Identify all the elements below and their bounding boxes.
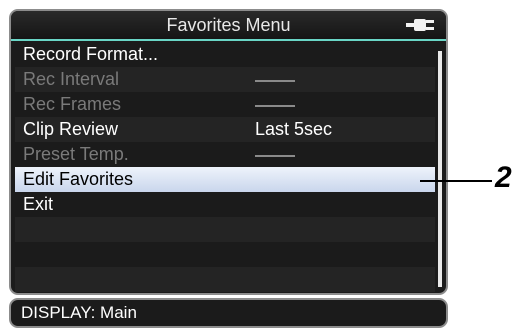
menu-list: Record Format... Rec Interval Rec Frames… — [15, 42, 435, 292]
power-plug-icon — [406, 19, 434, 31]
menu-item-label: Edit Favorites — [23, 169, 134, 189]
callout-number: 2 — [495, 161, 512, 194]
scrollbar[interactable] — [438, 51, 442, 287]
empty-menu-row — [15, 242, 435, 267]
menu-title: Favorites Menu — [166, 15, 291, 35]
menu-item-label: Exit — [23, 194, 54, 214]
menu-title-bar: Favorites Menu — [11, 11, 446, 41]
menu-item-preset-temp: Preset Temp. — [15, 142, 435, 167]
scrollbar-thumb[interactable] — [438, 51, 442, 287]
callout-leader-line — [420, 180, 492, 182]
menu-item-exit[interactable]: Exit — [15, 192, 435, 217]
menu-item-edit-favorites[interactable]: Edit Favorites — [15, 167, 435, 192]
display-status-text: DISPLAY: Main — [21, 303, 137, 322]
menu-item-record-format[interactable]: Record Format... — [15, 42, 435, 67]
menu-item-label: Clip Review — [23, 119, 119, 139]
empty-value-dash — [255, 142, 295, 167]
camera-menu-screen: Favorites Menu Record Format... Rec Inte… — [9, 9, 448, 295]
menu-item-clip-review[interactable]: Clip Review Last 5sec — [15, 117, 435, 142]
menu-item-label: Record Format... — [23, 44, 159, 64]
empty-value-dash — [255, 67, 295, 92]
status-bar: DISPLAY: Main — [9, 298, 448, 328]
empty-value-dash — [255, 92, 295, 117]
menu-item-rec-frames: Rec Frames — [15, 92, 435, 117]
empty-menu-row — [15, 217, 435, 242]
menu-item-value: Last 5sec — [255, 119, 333, 139]
menu-item-label: Rec Interval — [23, 69, 120, 89]
empty-menu-row — [15, 267, 435, 292]
menu-item-rec-interval: Rec Interval — [15, 67, 435, 92]
menu-item-label: Rec Frames — [23, 94, 122, 114]
menu-item-label: Preset Temp. — [23, 144, 129, 164]
